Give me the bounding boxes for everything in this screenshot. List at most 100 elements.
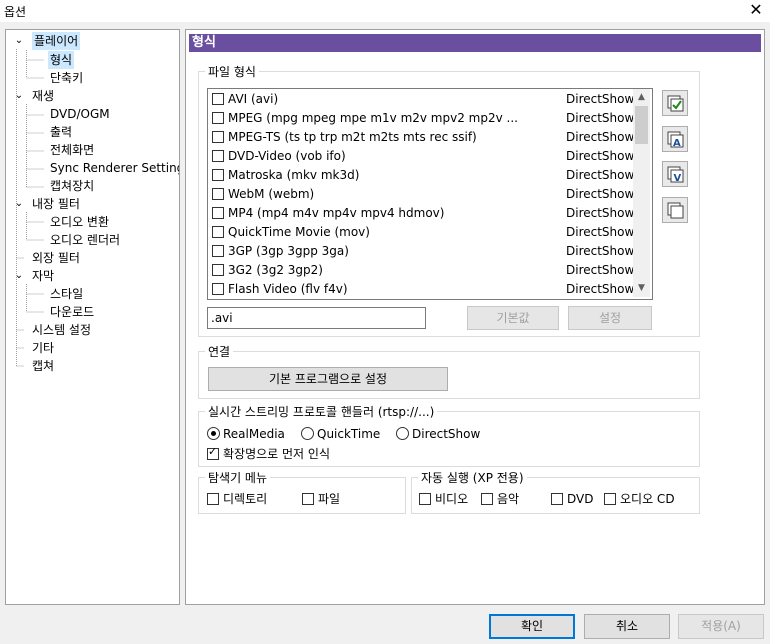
format-name: MPEG-TS (ts tp trp m2t m2ts mts rec ssif… xyxy=(228,130,477,144)
list-item[interactable]: 3G2 (3g2 3gp2) DirectShow xyxy=(212,261,636,280)
tree-item-label: 시스템 설정 xyxy=(32,323,92,337)
tree-item-label: 캡쳐 xyxy=(32,359,55,373)
checkbox-label: 확장명으로 먼저 인식 xyxy=(223,447,330,461)
format-handler: DirectShow xyxy=(566,149,635,163)
svg-text:V: V xyxy=(674,173,682,184)
list-item[interactable]: 3GP (3gp 3gpp 3ga) DirectShow xyxy=(212,242,636,261)
checkbox-label: 파일 xyxy=(318,492,341,506)
set-button[interactable]: 설정 xyxy=(568,306,652,330)
format-name: QuickTime Movie (mov) xyxy=(228,225,370,239)
scroll-thumb[interactable] xyxy=(635,106,648,144)
checkbox[interactable] xyxy=(551,492,563,505)
checkbox[interactable] xyxy=(604,492,616,505)
checkbox[interactable] xyxy=(302,492,314,505)
audio-letter-icon: A xyxy=(667,131,684,149)
checkbox[interactable] xyxy=(212,282,224,295)
tree-item-label: 오디오 변환 xyxy=(50,215,110,229)
list-item[interactable]: MPEG (mpg mpeg mpe m1v m2v mpv2 mp2v ...… xyxy=(212,109,636,128)
video-letter-icon: V xyxy=(667,166,684,184)
list-item[interactable]: DVD-Video (vob ifo) DirectShow xyxy=(212,147,636,166)
checkbox[interactable] xyxy=(212,244,224,257)
checkbox[interactable] xyxy=(212,111,224,124)
radio-button[interactable] xyxy=(207,427,220,440)
list-item[interactable]: Flash Video (flv f4v) DirectShow xyxy=(212,280,636,299)
audio-formats-button[interactable]: A xyxy=(662,126,688,152)
checkbox[interactable] xyxy=(212,130,224,143)
set-default-program-button[interactable]: 기본 프로그램으로 설정 xyxy=(208,367,448,391)
format-list[interactable]: AVI (avi) DirectShow MPEG (mpg mpeg mpe m… xyxy=(207,88,653,300)
check-dvd[interactable]: DVD xyxy=(551,491,593,507)
check-video[interactable]: 비디오 xyxy=(419,491,468,507)
radio-button[interactable] xyxy=(301,427,314,440)
format-name: 3GP (3gp 3gpp 3ga) xyxy=(228,244,349,258)
list-item[interactable]: Matroska (mkv mk3d) DirectShow xyxy=(212,166,636,185)
check-file[interactable]: 파일 xyxy=(302,491,340,507)
chevron-down-icon[interactable]: ⌄ xyxy=(14,267,24,285)
checkbox-label: 음악 xyxy=(497,492,520,506)
clear-all-button[interactable] xyxy=(662,197,688,223)
format-handler: DirectShow xyxy=(566,263,635,277)
format-name: Matroska (mkv mk3d) xyxy=(228,168,360,182)
checkbox-label: 비디오 xyxy=(435,492,469,506)
radio-button[interactable] xyxy=(396,427,409,440)
checkbox[interactable] xyxy=(207,446,219,460)
format-name: WebM (webm) xyxy=(228,187,315,201)
check-directory[interactable]: 디렉토리 xyxy=(207,491,267,507)
format-name: Flash Video (flv f4v) xyxy=(228,282,348,296)
title-bar xyxy=(0,0,770,22)
tree-item-label: 형식 xyxy=(48,51,75,69)
radio-directshow[interactable]: DirectShow xyxy=(396,426,480,442)
tree-item-label: DVD/OGM xyxy=(50,107,110,121)
list-item[interactable]: MPEG-TS (ts tp trp m2t m2ts mts rec ssif… xyxy=(212,128,636,147)
checkbox[interactable] xyxy=(212,263,224,276)
list-item[interactable]: QuickTime Movie (mov) DirectShow xyxy=(212,223,636,242)
chevron-down-icon[interactable]: ⌄ xyxy=(14,87,24,105)
format-list-scrollbar[interactable]: ▲ ▼ xyxy=(633,89,650,297)
checkbox[interactable] xyxy=(212,92,224,105)
ok-button[interactable]: 확인 xyxy=(489,614,575,639)
checkbox-label: 오디오 CD xyxy=(620,492,675,506)
checkbox[interactable] xyxy=(212,149,224,162)
list-item[interactable]: MP4 (mp4 m4v mp4v mpv4 hdmov) DirectShow xyxy=(212,204,636,223)
format-handler: DirectShow xyxy=(566,92,635,106)
checkbox[interactable] xyxy=(212,206,224,219)
list-item[interactable]: AVI (avi) DirectShow xyxy=(212,90,636,109)
checkbox[interactable] xyxy=(481,492,493,505)
options-tree[interactable]: ⌄ 플레이어 형식 단축키 ⌄ 재생 DVD/OGM 출력 전체화면 Sync Re… xyxy=(5,29,180,605)
tree-item-label: 외장 필터 xyxy=(32,251,80,265)
close-icon[interactable]: ✕ xyxy=(746,0,766,20)
format-name: 3G2 (3g2 3gp2) xyxy=(228,263,323,277)
checkbox[interactable] xyxy=(212,168,224,181)
radio-realmedia[interactable]: RealMedia xyxy=(207,426,285,442)
tree-item-label: 전체화면 xyxy=(50,143,95,157)
radio-quicktime[interactable]: QuickTime xyxy=(301,426,380,442)
check-audio-cd[interactable]: 오디오 CD xyxy=(604,491,675,507)
format-handler: DirectShow xyxy=(566,187,635,201)
format-name: DVD-Video (vob ifo) xyxy=(228,149,346,163)
checkbox[interactable] xyxy=(212,225,224,238)
check-extension-first[interactable]: 확장명으로 먼저 인식 xyxy=(207,446,330,462)
tree-item-label: 재생 xyxy=(32,89,55,103)
checkbox[interactable] xyxy=(212,187,224,200)
check-music[interactable]: 음악 xyxy=(481,491,519,507)
select-all-button[interactable] xyxy=(662,90,688,116)
scroll-down-icon[interactable]: ▼ xyxy=(633,280,650,297)
group-label: 파일 형식 xyxy=(208,65,256,79)
tree-item-label: Sync Renderer Settings xyxy=(50,161,180,175)
checkbox[interactable] xyxy=(419,492,431,505)
tree-item-label: 기타 xyxy=(32,341,55,355)
video-formats-button[interactable]: V xyxy=(662,161,688,187)
list-item[interactable]: WebM (webm) DirectShow xyxy=(212,185,636,204)
svg-text:A: A xyxy=(673,138,681,149)
scroll-up-icon[interactable]: ▲ xyxy=(633,89,650,106)
cancel-button[interactable]: 취소 xyxy=(584,614,670,639)
chevron-down-icon[interactable]: ⌄ xyxy=(14,32,24,50)
apply-button[interactable]: 적용(A) xyxy=(678,614,764,639)
checkbox[interactable] xyxy=(207,492,219,505)
extension-input[interactable]: .avi xyxy=(207,307,426,329)
radio-label: QuickTime xyxy=(317,427,381,441)
format-handler: DirectShow xyxy=(566,130,635,144)
chevron-down-icon[interactable]: ⌄ xyxy=(14,195,24,213)
tree-item-label: 단축키 xyxy=(50,71,84,85)
default-button[interactable]: 기본값 xyxy=(467,306,559,330)
